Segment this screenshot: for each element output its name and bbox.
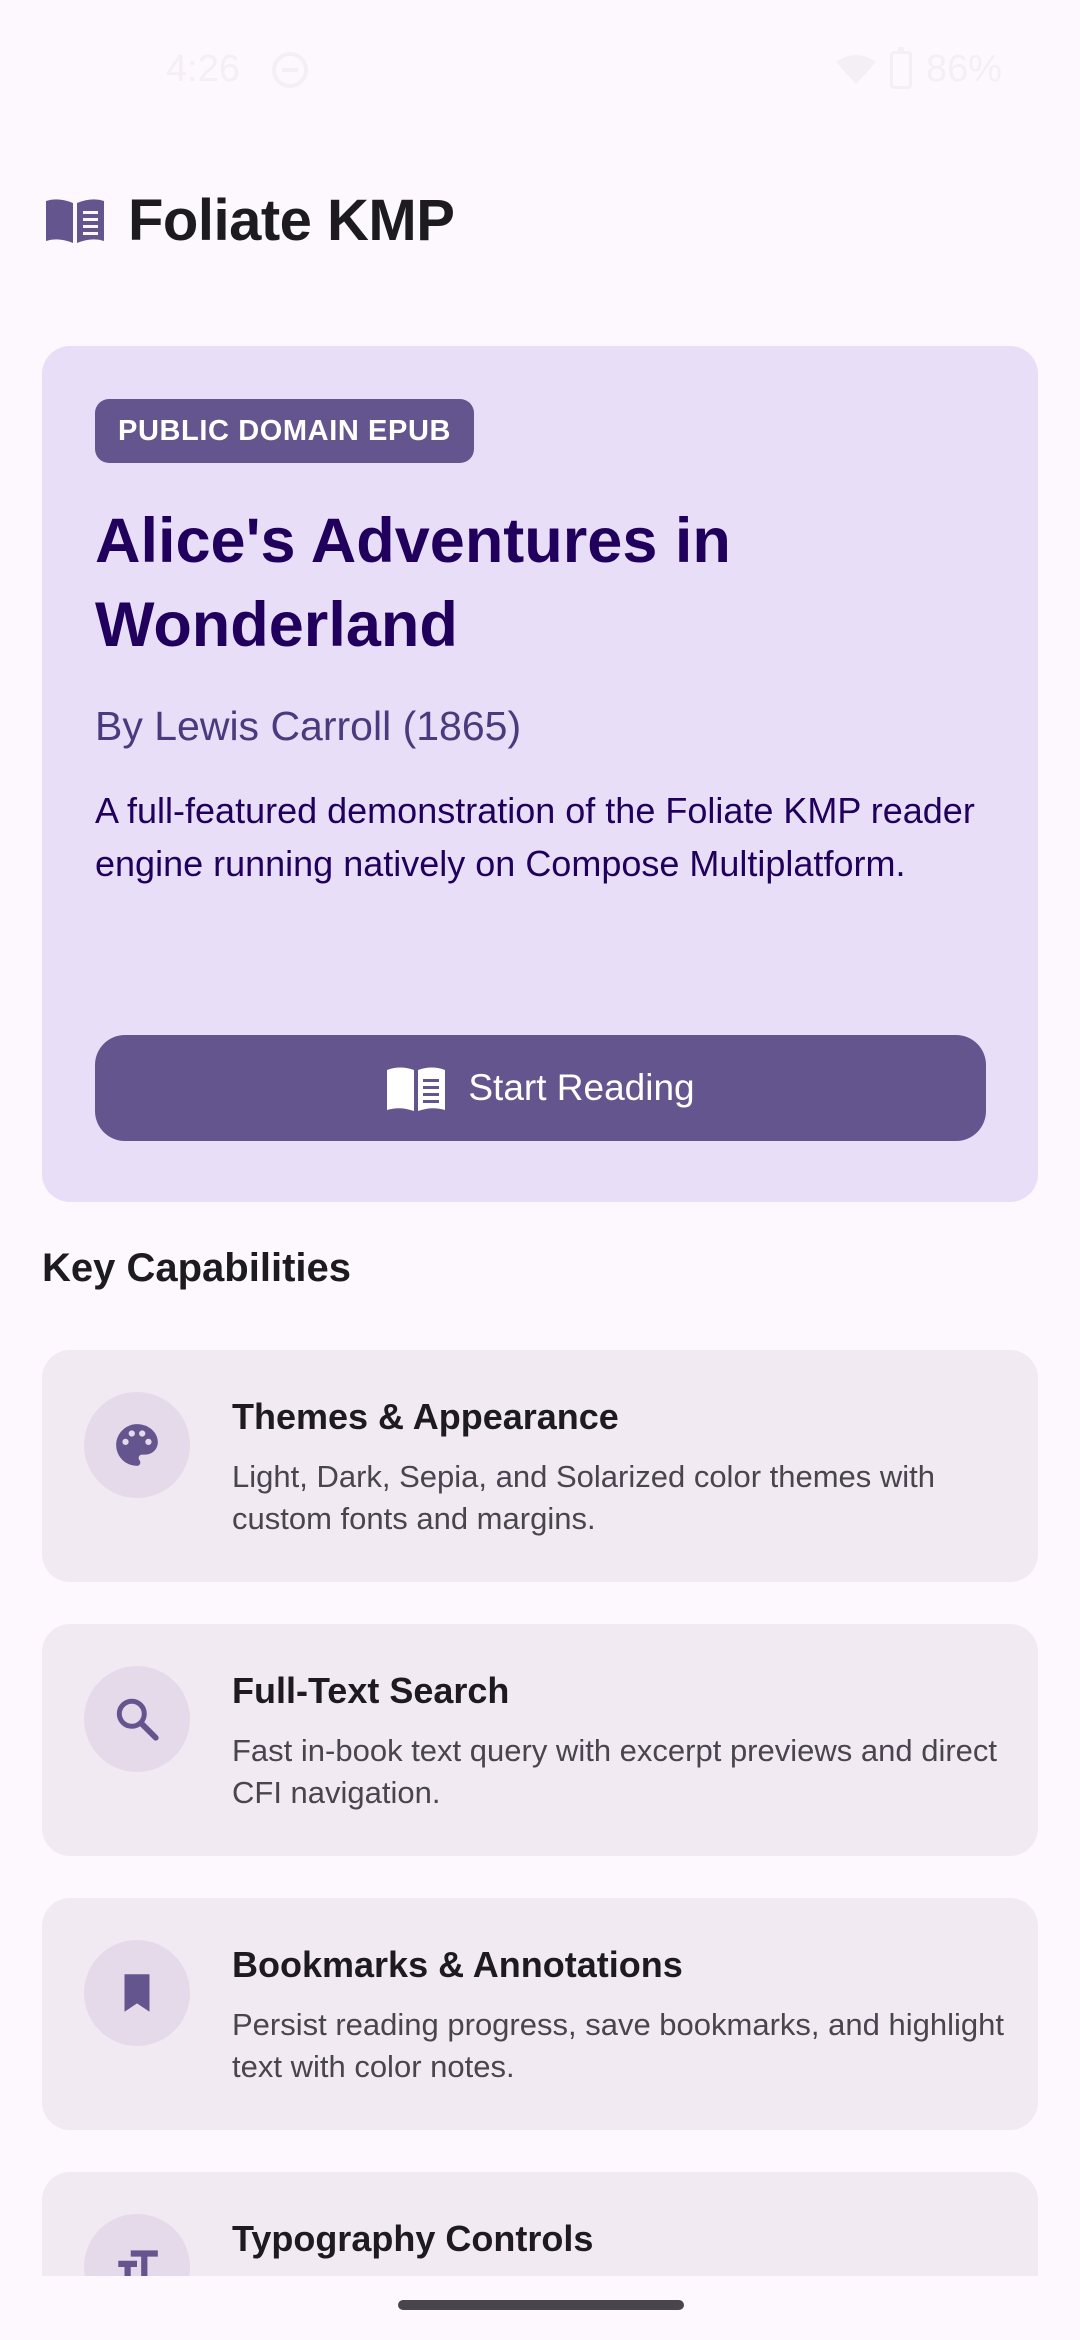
start-reading-label: Start Reading	[468, 1067, 695, 1108]
feature-icon-container	[84, 1666, 190, 1772]
battery-percent: 86%	[925, 48, 1002, 90]
bookmark-icon	[124, 1974, 150, 2012]
book-description: A full-featured demonstration of the Fol…	[95, 790, 975, 884]
top-app-bar: Foliate KMP	[0, 170, 1080, 270]
app-screen: 4:26 86% Foliate KMP PUBLIC DOMAIN EPUB …	[0, 0, 1080, 2340]
book-title: Alice's Adventures in Wonderland	[95, 506, 731, 660]
home-indicator[interactable]	[398, 2300, 684, 2310]
status-indicators: 86%	[835, 46, 1002, 91]
feature-title: Themes & Appearance	[232, 1396, 619, 1437]
wifi-icon	[835, 54, 876, 84]
feature-card-bookmarks[interactable]: Bookmarks & Annotations Persist reading …	[42, 1898, 1038, 2130]
feature-description: Persist reading progress, save bookmarks…	[232, 2007, 1004, 2084]
feature-description: Fast in-book text query with excerpt pre…	[232, 1733, 998, 1810]
feature-description: Light, Dark, Sepia, and Solarized color …	[232, 1459, 936, 1536]
feature-title: Full-Text Search	[232, 1670, 510, 1711]
featured-book-card: PUBLIC DOMAIN EPUB Alice's Adventures in…	[42, 346, 1038, 1202]
feature-title: Typography Controls	[232, 2218, 594, 2259]
status-time: 4:26	[166, 48, 240, 90]
public-domain-badge: PUBLIC DOMAIN EPUB	[95, 399, 475, 463]
battery-icon	[889, 46, 912, 89]
start-reading-button[interactable]: Start Reading	[95, 1035, 986, 1141]
book-author: By Lewis Carroll (1865)	[95, 703, 522, 749]
feature-card-search[interactable]: Full-Text Search Fast in-book text query…	[42, 1624, 1038, 1856]
section-heading: Key Capabilities	[42, 1246, 352, 1290]
feature-title: Bookmarks & Annotations	[232, 1944, 683, 1985]
feature-icon-container	[84, 1392, 190, 1498]
feature-card-themes[interactable]: Themes & Appearance Light, Dark, Sepia, …	[42, 1350, 1038, 1582]
status-bar: 4:26 86%	[0, 0, 1080, 140]
search-icon	[116, 1698, 159, 1741]
do-not-disturb-icon	[272, 52, 308, 88]
book-icon	[46, 199, 104, 243]
feature-icon-container	[84, 1940, 190, 2046]
palette-icon	[116, 1424, 158, 1466]
open-book-icon	[387, 1067, 446, 1111]
app-title: Foliate KMP	[128, 187, 455, 253]
